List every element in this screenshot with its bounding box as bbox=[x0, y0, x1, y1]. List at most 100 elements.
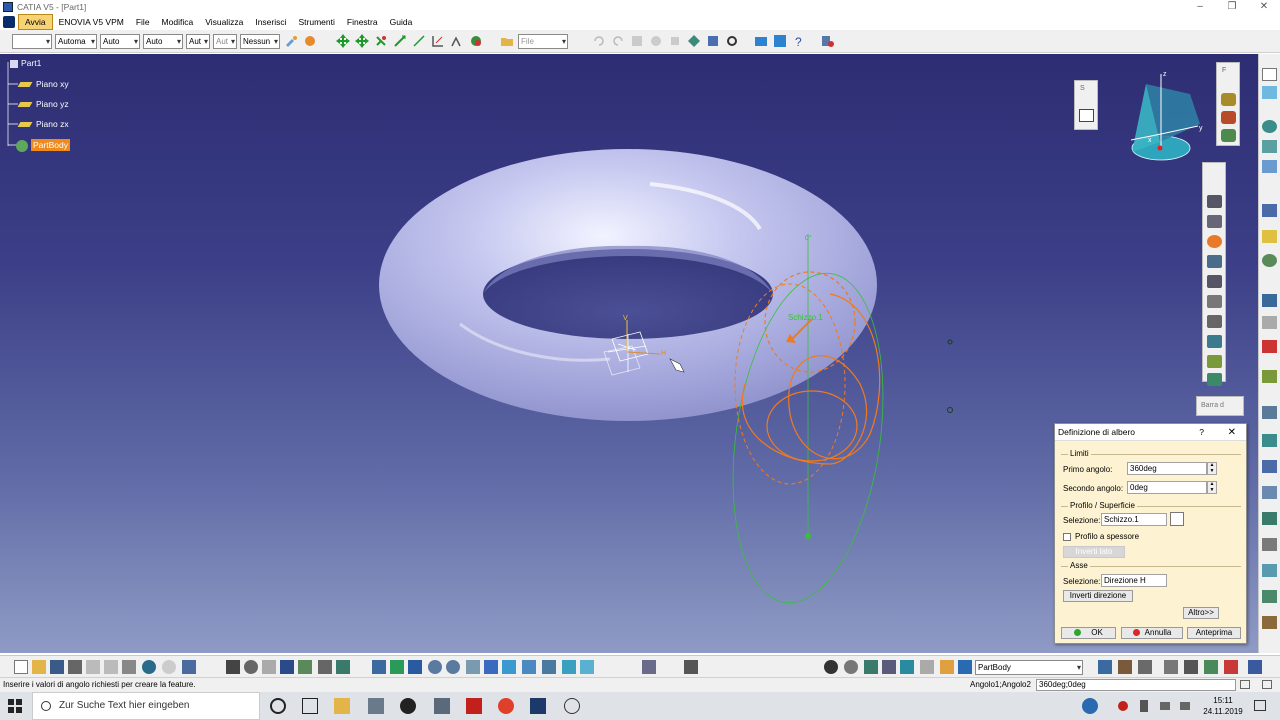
taskbar-clock[interactable]: 15:11 24.11.2019 bbox=[1198, 695, 1248, 717]
iso-view-icon[interactable] bbox=[502, 660, 516, 674]
profile-selection-input[interactable]: Schizzo.1 bbox=[1101, 513, 1167, 526]
shell-icon[interactable] bbox=[1207, 373, 1222, 386]
sketch-icon[interactable] bbox=[1079, 109, 1094, 122]
partbody-combo[interactable]: PartBody bbox=[975, 660, 1083, 675]
strip-icon-9[interactable] bbox=[1262, 294, 1277, 307]
tree-root[interactable]: Part1 bbox=[10, 58, 41, 68]
remove-lump-icon[interactable] bbox=[1224, 660, 1238, 674]
whats-this-icon[interactable] bbox=[182, 660, 196, 674]
camera-icon[interactable] bbox=[684, 660, 698, 674]
strip-icon-2[interactable] bbox=[1262, 86, 1277, 99]
tools-icon[interactable] bbox=[686, 33, 702, 49]
manager-icon[interactable] bbox=[820, 33, 836, 49]
paste-icon[interactable] bbox=[122, 660, 136, 674]
fly-icon[interactable] bbox=[244, 660, 258, 674]
fog-icon[interactable] bbox=[226, 660, 240, 674]
dialog-help-button[interactable]: ? bbox=[1199, 424, 1204, 441]
layout-icon[interactable] bbox=[280, 660, 294, 674]
fillet-icon[interactable] bbox=[1207, 315, 1222, 328]
assemble-icon[interactable] bbox=[1138, 660, 1152, 674]
sketch-edit-icon[interactable] bbox=[1170, 512, 1184, 526]
menu-strumenti[interactable]: Strumenti bbox=[293, 15, 341, 29]
close-window-button[interactable]: ✕ bbox=[1248, 0, 1280, 14]
settings-icon[interactable] bbox=[724, 33, 740, 49]
catia-taskbar-icon[interactable] bbox=[530, 698, 546, 714]
measure-bottom-icon[interactable] bbox=[318, 660, 332, 674]
strip-icon-7[interactable] bbox=[1262, 230, 1277, 243]
taskbar-search-box[interactable]: Zur Suche Text hier eingeben bbox=[32, 692, 260, 720]
strip-icon-17[interactable] bbox=[1262, 512, 1277, 525]
move-icon[interactable] bbox=[354, 33, 370, 49]
pan-icon[interactable] bbox=[335, 33, 351, 49]
help-icon[interactable]: ? bbox=[791, 33, 807, 49]
painter-icon[interactable] bbox=[283, 33, 299, 49]
tray-usb-icon[interactable] bbox=[1140, 700, 1148, 712]
invert-direction-button[interactable]: Inverti direzione bbox=[1063, 590, 1133, 602]
cortana-icon[interactable] bbox=[270, 698, 286, 714]
more-button[interactable]: Altro>> bbox=[1183, 607, 1219, 619]
axis-system-icon[interactable] bbox=[864, 660, 878, 674]
save-icon[interactable] bbox=[50, 660, 64, 674]
app-icon-5[interactable] bbox=[564, 698, 580, 714]
menu-visualizza[interactable]: Visualizza bbox=[199, 15, 249, 29]
update-icon[interactable] bbox=[629, 33, 645, 49]
update-bottom-icon[interactable] bbox=[824, 660, 838, 674]
catalog-icon[interactable] bbox=[468, 33, 484, 49]
cut-icon[interactable] bbox=[86, 660, 100, 674]
draft-icon[interactable] bbox=[1207, 355, 1222, 368]
swap-icon[interactable] bbox=[562, 660, 576, 674]
menu-guida[interactable]: Guida bbox=[384, 15, 419, 29]
insert-body-icon[interactable] bbox=[1118, 660, 1132, 674]
layer-combo[interactable]: Aut bbox=[186, 33, 210, 49]
linetype-combo[interactable]: Automa bbox=[55, 33, 97, 49]
rotate-icon[interactable] bbox=[408, 660, 422, 674]
body-icon[interactable] bbox=[958, 660, 972, 674]
tree-item-piano-xy[interactable]: Piano xy bbox=[17, 79, 69, 89]
invert-side-button[interactable]: Inverti lato bbox=[1063, 546, 1125, 558]
axis-selection-input[interactable]: Direzione H bbox=[1101, 574, 1167, 587]
undo-bottom-icon[interactable] bbox=[142, 660, 156, 674]
formula-icon[interactable] bbox=[772, 33, 788, 49]
copy-doc-icon[interactable] bbox=[104, 660, 118, 674]
hide-show-icon[interactable] bbox=[542, 660, 556, 674]
point-icon[interactable] bbox=[882, 660, 896, 674]
strip-icon-1[interactable] bbox=[1262, 68, 1277, 81]
strip-icon-21[interactable] bbox=[1262, 616, 1277, 629]
plane-bottom-icon[interactable] bbox=[900, 660, 914, 674]
strip-icon-8[interactable] bbox=[1262, 254, 1277, 267]
constraint-icon[interactable] bbox=[430, 33, 446, 49]
strip-icon-6[interactable] bbox=[1262, 204, 1277, 217]
strip-icon-5[interactable] bbox=[1262, 160, 1277, 173]
strip-icon-15[interactable] bbox=[1262, 460, 1277, 473]
strip-icon-3[interactable] bbox=[1262, 120, 1277, 133]
loft-icon[interactable] bbox=[1207, 275, 1222, 288]
transparency-combo[interactable]: Aut bbox=[213, 33, 237, 49]
ok-button[interactable]: OK bbox=[1061, 627, 1116, 639]
slot-icon[interactable] bbox=[1207, 235, 1222, 248]
multi-view-icon[interactable] bbox=[484, 660, 498, 674]
redo-icon[interactable] bbox=[610, 33, 626, 49]
constraints-icon[interactable] bbox=[940, 660, 954, 674]
tray-help-icon[interactable] bbox=[1082, 698, 1098, 714]
table-icon[interactable] bbox=[642, 660, 656, 674]
light-icon[interactable] bbox=[262, 660, 276, 674]
windows-start-icon[interactable] bbox=[8, 699, 22, 713]
second-angle-input[interactable]: 0deg bbox=[1127, 481, 1207, 494]
catia-logo-icon[interactable] bbox=[3, 16, 15, 28]
chamfer-icon[interactable] bbox=[1207, 335, 1222, 348]
strip-icon-18[interactable] bbox=[1262, 538, 1277, 551]
cancel-button[interactable]: Annulla bbox=[1121, 627, 1183, 639]
acrobat-icon[interactable] bbox=[466, 698, 482, 714]
preview-button[interactable]: Anteprima bbox=[1187, 627, 1241, 639]
first-angle-spinner[interactable]: ▲ ▼ bbox=[1207, 462, 1217, 475]
strip-icon-12[interactable] bbox=[1262, 370, 1277, 383]
properties-icon[interactable] bbox=[302, 33, 318, 49]
second-angle-spinner[interactable]: ▲ ▼ bbox=[1207, 481, 1217, 494]
snap-icon[interactable] bbox=[373, 33, 389, 49]
hole-icon[interactable] bbox=[1207, 195, 1222, 208]
pocket-icon[interactable] bbox=[1221, 111, 1236, 124]
boolean-icon[interactable] bbox=[1098, 660, 1112, 674]
strip-icon-14[interactable] bbox=[1262, 434, 1277, 447]
menu-file[interactable]: File bbox=[130, 15, 156, 29]
zoom-out-icon[interactable] bbox=[446, 660, 460, 674]
